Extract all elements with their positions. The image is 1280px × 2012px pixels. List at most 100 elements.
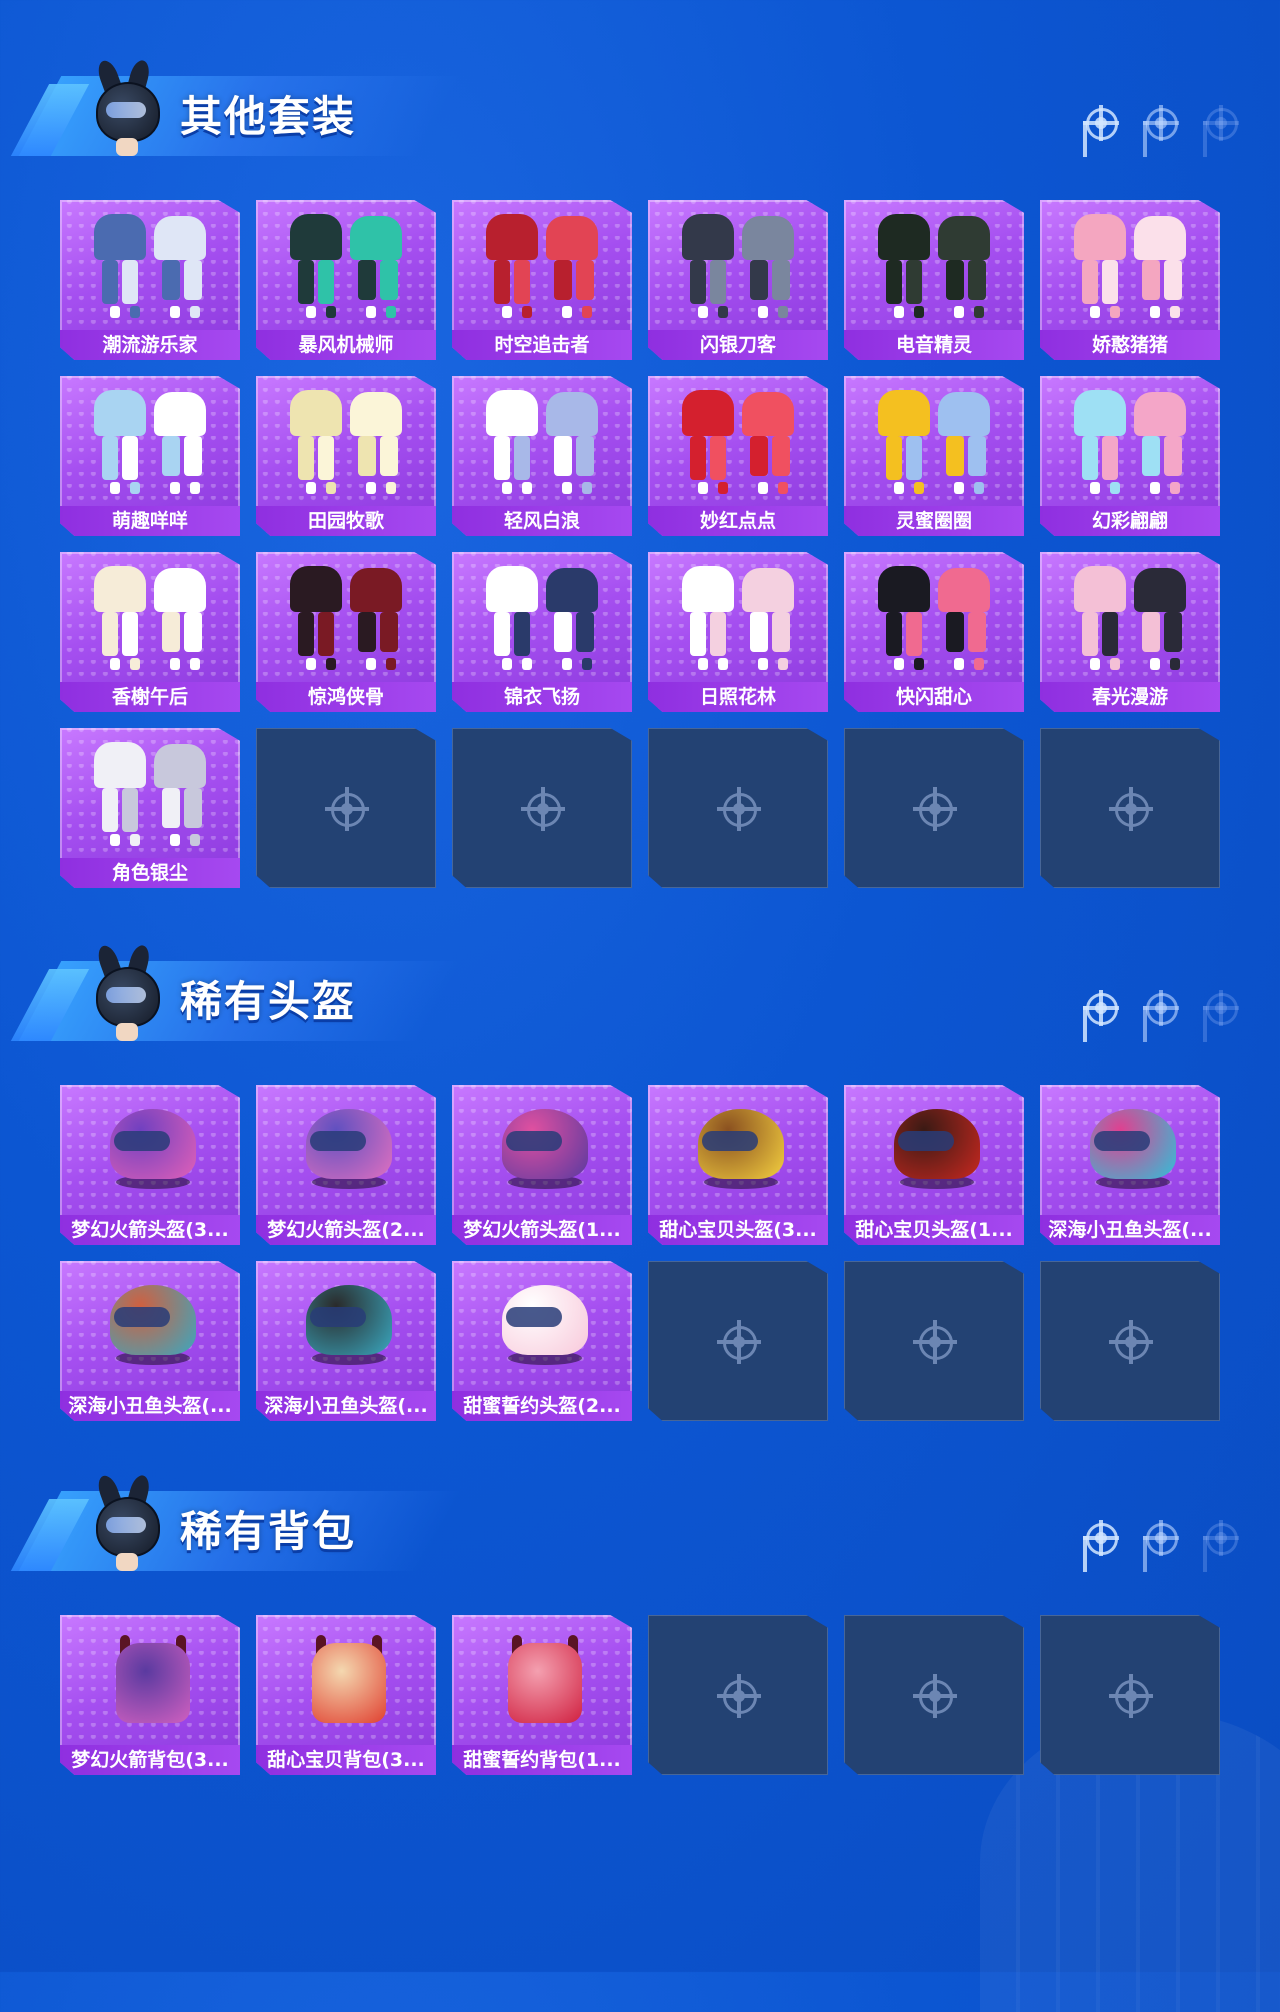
outfit-piece <box>1164 436 1182 476</box>
backpack-body <box>508 1643 582 1723</box>
outfit-piece <box>102 436 118 480</box>
outfit-art <box>864 558 1004 676</box>
item-label: 深海小丑鱼头盔(... <box>1040 1215 1220 1245</box>
crosshair-icon[interactable] <box>1140 1517 1182 1559</box>
item-card[interactable]: 幻彩翩翩 <box>1040 376 1220 536</box>
item-card[interactable]: 娇憨猪猪 <box>1040 200 1220 360</box>
item-card[interactable]: 甜心宝贝头盔(1... <box>844 1085 1024 1245</box>
crosshair-icon[interactable] <box>1140 987 1182 1029</box>
crosshair-icon <box>715 785 763 833</box>
crosshair-icon[interactable] <box>1080 987 1122 1029</box>
outfit-piece <box>682 390 734 436</box>
outfit-piece <box>110 658 120 670</box>
outfit-piece <box>974 658 984 670</box>
crosshair-icon[interactable] <box>1080 1517 1122 1559</box>
item-card[interactable]: 日照花林 <box>648 552 828 712</box>
crosshair-icon[interactable] <box>1200 1517 1242 1559</box>
item-card[interactable]: 梦幻火箭背包(3... <box>60 1615 240 1775</box>
outfit-art <box>80 206 220 324</box>
item-card[interactable]: 电音精灵 <box>844 200 1024 360</box>
outfit-piece <box>1134 568 1186 612</box>
item-label: 幻彩翩翩 <box>1040 506 1220 536</box>
outfit-piece <box>154 216 206 260</box>
item-card[interactable]: 春光漫游 <box>1040 552 1220 712</box>
outfit-piece <box>350 568 402 612</box>
outfit-piece <box>1102 612 1118 656</box>
item-card[interactable]: 田园牧歌 <box>256 376 436 536</box>
pagination-dots[interactable] <box>1080 102 1240 152</box>
item-card[interactable]: 闪银刀客 <box>648 200 828 360</box>
pagination-dots[interactable] <box>1080 987 1240 1037</box>
outfit-piece <box>122 612 138 656</box>
item-card[interactable]: 萌趣咩咩 <box>60 376 240 536</box>
crosshair-icon[interactable] <box>1080 102 1122 144</box>
item-label: 闪银刀客 <box>648 330 828 360</box>
outfit-piece <box>1134 216 1186 260</box>
empty-slot <box>1040 1615 1220 1775</box>
outfit-piece <box>366 482 376 494</box>
item-card[interactable]: 甜心宝贝头盔(3... <box>648 1085 828 1245</box>
outfit-piece <box>184 436 202 476</box>
item-card[interactable]: 潮流游乐家 <box>60 200 240 360</box>
item-card[interactable]: 甜蜜誓约头盔(2... <box>452 1261 632 1421</box>
item-card[interactable]: 梦幻火箭头盔(3... <box>60 1085 240 1245</box>
item-card[interactable]: 惊鸿侠骨 <box>256 552 436 712</box>
item-label: 香榭午后 <box>60 682 240 712</box>
outfit-piece <box>1142 612 1160 652</box>
outfit-art <box>276 382 416 500</box>
item-card[interactable]: 甜心宝贝背包(3... <box>256 1615 436 1775</box>
outfit-piece <box>1074 214 1126 260</box>
crosshair-bar <box>1143 1536 1179 1540</box>
outfit-piece <box>358 612 376 652</box>
item-card[interactable]: 妙红点点 <box>648 376 828 536</box>
outfit-piece <box>184 788 202 828</box>
empty-slot <box>648 1615 828 1775</box>
crosshair-icon[interactable] <box>1200 102 1242 144</box>
crosshair-bar <box>1203 1006 1239 1010</box>
item-card[interactable]: 时空追击者 <box>452 200 632 360</box>
item-card[interactable]: 轻风白浪 <box>452 376 632 536</box>
crosshair-core <box>1155 117 1167 129</box>
outfit-art <box>472 382 612 500</box>
item-card[interactable]: 深海小丑鱼头盔(... <box>60 1261 240 1421</box>
outfit-piece <box>938 568 990 612</box>
outfit-piece <box>878 214 930 260</box>
pagination-dots[interactable] <box>1080 1517 1240 1567</box>
outfit-piece <box>358 260 376 300</box>
crosshair-icon[interactable] <box>1200 987 1242 1029</box>
outfit-piece <box>318 436 334 480</box>
item-card[interactable]: 梦幻火箭头盔(2... <box>256 1085 436 1245</box>
outfit-piece <box>954 482 964 494</box>
item-label: 快闪甜心 <box>844 682 1024 712</box>
outfit-piece <box>778 482 788 494</box>
outfit-piece <box>358 436 376 476</box>
outfit-piece <box>968 436 986 476</box>
outfit-piece <box>946 612 964 652</box>
outfit-piece <box>914 482 924 494</box>
item-card[interactable]: 角色银尘 <box>60 728 240 888</box>
crosshair-icon[interactable] <box>1140 102 1182 144</box>
outfit-piece <box>486 566 538 612</box>
item-card[interactable]: 梦幻火箭头盔(1... <box>452 1085 632 1245</box>
helmet-art <box>276 1091 416 1209</box>
outfit-piece <box>906 260 922 304</box>
item-card[interactable]: 香榭午后 <box>60 552 240 712</box>
helmet-visor <box>114 1307 170 1327</box>
item-card[interactable]: 深海小丑鱼头盔(... <box>256 1261 436 1421</box>
crosshair-bar <box>1203 1536 1239 1540</box>
outfit-piece <box>162 260 180 300</box>
item-card[interactable]: 暴风机械师 <box>256 200 436 360</box>
item-card[interactable]: 快闪甜心 <box>844 552 1024 712</box>
item-card[interactable]: 锦衣飞扬 <box>452 552 632 712</box>
item-card[interactable]: 甜蜜誓约背包(1... <box>452 1615 632 1775</box>
mascot-avatar <box>86 939 162 1043</box>
outfit-piece <box>522 482 532 494</box>
outfit-art <box>80 734 220 852</box>
helmet-visor <box>506 1131 562 1151</box>
item-label: 梦幻火箭头盔(1... <box>452 1215 632 1245</box>
item-card[interactable]: 深海小丑鱼头盔(... <box>1040 1085 1220 1245</box>
crosshair-bar <box>1143 121 1179 125</box>
item-card[interactable]: 灵蜜圈圈 <box>844 376 1024 536</box>
outfit-piece <box>486 214 538 260</box>
outfit-piece <box>366 658 376 670</box>
